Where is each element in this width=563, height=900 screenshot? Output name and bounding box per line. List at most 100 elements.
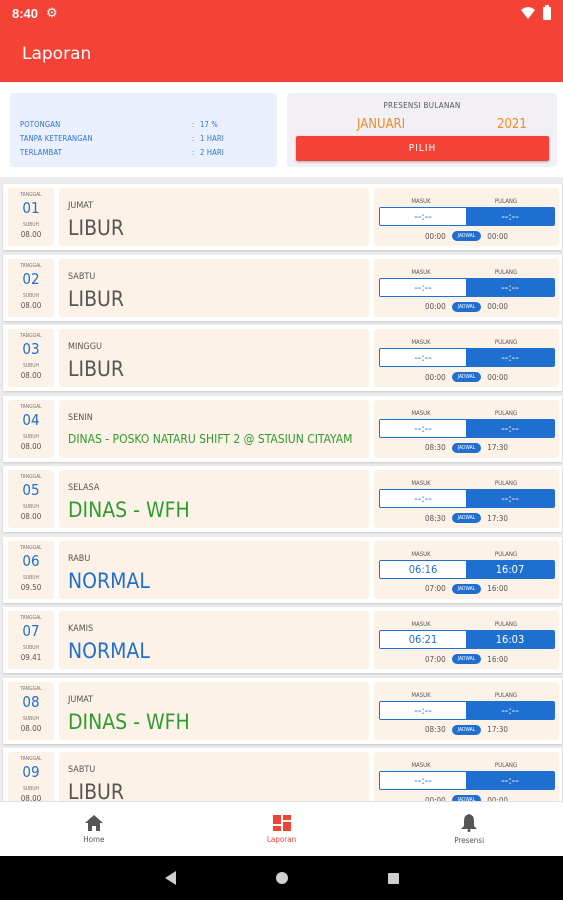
schedule-row: 00:00 JADWAL 00:00 (374, 301, 559, 312)
day-status: LIBUR (68, 780, 125, 801)
day-status: LIBUR (68, 357, 125, 381)
day-info: SABTU LIBUR (59, 258, 369, 317)
day-name: SENIN (68, 412, 93, 423)
pulang-label: PULANG (494, 550, 518, 558)
summary-value: 17 % (200, 119, 218, 129)
subuh-caption: SUBUH (23, 433, 39, 440)
date-number: 03 (22, 340, 40, 358)
date-caption: TANGGAL (20, 615, 42, 621)
day-row[interactable]: TANGGAL 02 SUBUH 08.00 SABTU LIBUR MASUK PULANG… (3, 254, 562, 321)
date-number: 04 (22, 410, 40, 429)
schedule-row: 08:30 JADWAL 17:30 (374, 724, 559, 735)
schedule-in: 07:00 (424, 584, 446, 593)
day-row[interactable]: TANGGAL 09 SUBUH 08.00 SABTU LIBUR MASUK PULANG… (3, 748, 562, 801)
checkout-time: --:-- (466, 419, 554, 437)
bottom-navigation: Home Laporan Presensi (0, 801, 563, 856)
day-row[interactable]: TANGGAL 07 SUBUH 09.41 KAMIS NORMAL MASUK PULAN… (3, 607, 562, 673)
schedule-row: 00:00 JADWAL 00:00 (374, 372, 559, 382)
home-circle-icon[interactable] (275, 872, 288, 884)
pulang-label: PULANG (494, 409, 518, 417)
date-number: 08 (22, 692, 40, 711)
schedule-in: 08:30 (424, 725, 446, 734)
subuh-caption: SUBUH (23, 574, 39, 581)
back-icon[interactable] (164, 871, 176, 885)
subuh-time: 09.50 (20, 582, 42, 592)
settings-icon: ⚙ (46, 5, 58, 20)
time-box: MASUK PULANG --:-- --:-- 00:00 JADWAL 00:00 (374, 188, 559, 246)
day-row[interactable]: TANGGAL 06 SUBUH 09.50 RABU NORMAL MASUK PULANG… (3, 536, 562, 603)
page-title: Laporan (22, 44, 92, 64)
summary-row-terlambat: TERLAMBAT : 2 HARI (20, 147, 225, 157)
day-name: SABTU (68, 271, 96, 282)
checkin-checkout-bar: --:-- --:-- (379, 348, 555, 367)
day-status: NORMAL (68, 639, 150, 663)
nav-laporan[interactable]: Laporan (188, 802, 376, 856)
pilih-button[interactable]: PILIH (296, 136, 549, 161)
day-row[interactable]: TANGGAL 05 SUBUH 08.00 SELASA DINAS - WFH MASU… (3, 466, 562, 532)
date-caption: TANGGAL (20, 192, 42, 198)
day-status: DINAS - WFH (68, 498, 190, 522)
checkout-time: 16:03 (466, 631, 554, 648)
date-box: TANGGAL 02 SUBUH 08.00 (8, 258, 54, 317)
subuh-time: 09.41 (20, 653, 42, 662)
checkin-checkout-bar: --:-- --:-- (379, 489, 555, 508)
day-row[interactable]: TANGGAL 03 SUBUH 08.00 MINGGU LIBUR MASUK PULAN… (3, 325, 562, 391)
subuh-caption: SUBUH (23, 786, 39, 792)
checkout-time: --:-- (466, 772, 554, 789)
checkout-time: --:-- (466, 490, 554, 507)
day-info: JUMAT LIBUR (59, 188, 369, 246)
checkin-checkout-bar: --:-- --:-- (379, 207, 555, 226)
pulang-label: PULANG (494, 621, 518, 628)
day-row[interactable]: TANGGAL 01 SUBUH 08.00 JUMAT LIBUR MASUK PULANG… (3, 184, 562, 250)
day-status: LIBUR (68, 286, 125, 311)
nav-home[interactable]: Home (0, 802, 188, 856)
day-name: SABTU (68, 765, 96, 775)
time-box: MASUK PULANG --:-- --:-- 08:30 JADWAL 17:30 (374, 681, 559, 740)
date-number: 07 (22, 622, 40, 640)
recent-apps-icon[interactable] (387, 872, 399, 884)
subuh-time: 08.00 (20, 512, 42, 521)
checkin-checkout-bar: 06:21 16:03 (379, 630, 555, 649)
date-caption: TANGGAL (20, 333, 42, 339)
date-box: TANGGAL 03 SUBUH 08.00 (8, 329, 54, 387)
day-info: MINGGU LIBUR (59, 329, 369, 387)
nav-presensi[interactable]: Presensi (375, 802, 563, 856)
date-caption: TANGGAL (20, 544, 42, 551)
schedule-out: 16:00 (487, 584, 509, 593)
day-status: DINAS - POSKO NATARU SHIFT 2 @ STASIUN C… (68, 431, 353, 446)
attendance-list[interactable]: TANGGAL 01 SUBUH 08.00 JUMAT LIBUR MASUK PULANG… (0, 177, 563, 801)
subuh-caption: SUBUH (23, 222, 39, 228)
masuk-label: MASUK (411, 409, 431, 417)
day-row[interactable]: TANGGAL 04 SUBUH 08.00 SENIN DINAS - POSKO NA… (3, 395, 562, 462)
subuh-caption: SUBUH (23, 504, 39, 510)
date-box: TANGGAL 05 SUBUH 08.00 (8, 470, 54, 528)
summary-row-tanpa-keterangan: TANPA KETERANGAN : 1 HARI (20, 133, 225, 143)
subuh-caption: SUBUH (23, 363, 39, 369)
period-month[interactable]: JANUARI (357, 117, 405, 132)
masuk-label: MASUK (411, 339, 431, 346)
masuk-label: MASUK (411, 550, 431, 558)
subuh-caption: SUBUH (23, 645, 39, 651)
pulang-label: PULANG (494, 268, 518, 276)
date-number: 02 (22, 269, 40, 288)
period-year[interactable]: 2021 (497, 117, 527, 132)
day-name: RABU (68, 553, 91, 564)
home-icon (84, 814, 103, 831)
date-caption: TANGGAL (20, 474, 42, 480)
day-name: SELASA (68, 483, 100, 493)
date-number: 01 (22, 199, 40, 217)
time-box: MASUK PULANG --:-- --:-- 08:30 JADWAL 17:30 (374, 470, 559, 528)
day-status: LIBUR (68, 216, 125, 240)
status-bar: 8:40 ⚙ (0, 0, 563, 26)
bell-icon (461, 813, 478, 832)
app-bar: Laporan (0, 26, 563, 82)
day-row[interactable]: TANGGAL 08 SUBUH 08.00 JUMAT DINAS - WFH MASUK… (3, 677, 562, 744)
wifi-icon (521, 7, 535, 19)
subuh-time: 08.00 (20, 723, 42, 733)
checkout-time: --:-- (466, 349, 554, 366)
jadwal-badge: JADWAL (451, 654, 482, 664)
checkout-time: --:-- (466, 278, 554, 296)
jadwal-badge: JADWAL (451, 724, 482, 735)
schedule-out: 17:30 (487, 443, 509, 452)
day-info: SENIN DINAS - POSKO NATARU SHIFT 2 @ STAS… (59, 399, 369, 458)
